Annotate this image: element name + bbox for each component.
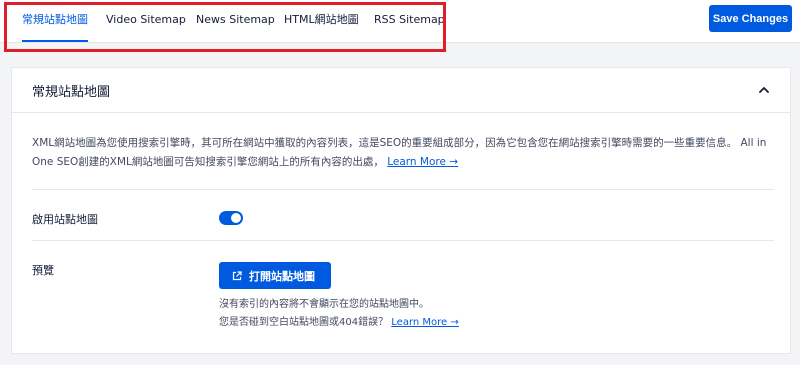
blank-sitemap-question: 您是否碰到空白站點地圖或404錯誤？ [219, 317, 389, 328]
divider [32, 240, 774, 241]
enable-sitemap-label: 啟用站點地圖 [32, 213, 98, 226]
preview-label: 預覽 [32, 264, 54, 277]
tab-rss-sitemap[interactable]: RSS Sitemap [374, 0, 445, 40]
blank-sitemap-note: 您是否碰到空白站點地圖或404錯誤？ Learn More → [219, 313, 459, 328]
sitemap-description: XML網站地圖為您使用搜索引擎時，其可所在網站中獲取的內容列表，這是SEO的重要… [32, 134, 777, 172]
tab-html-sitemap[interactable]: HTML網站地圖 [284, 0, 359, 40]
card-title: 常規站點地圖 [32, 85, 111, 100]
external-link-icon [232, 271, 242, 281]
general-sitemap-card: 常規站點地圖 XML網站地圖為您使用搜索引擎時，其可所在網站中獲取的內容列表，這… [11, 67, 791, 354]
enable-sitemap-toggle[interactable] [219, 211, 243, 225]
learn-more-link-2[interactable]: Learn More → [391, 317, 458, 328]
toggle-knob [231, 213, 241, 223]
chevron-up-icon[interactable] [756, 82, 772, 98]
learn-more-link[interactable]: Learn More → [387, 156, 458, 168]
tab-general-sitemap[interactable]: 常規站點地圖 [22, 0, 88, 42]
tab-video-sitemap[interactable]: Video Sitemap [106, 0, 186, 40]
description-line-2: One SEO創建的XML網站地圖可告知搜索引擎您網站上的所有內容的出處， [32, 156, 384, 168]
save-changes-button[interactable]: Save Changes [709, 5, 792, 32]
open-sitemap-label: 打開站點地圖 [249, 270, 315, 283]
open-sitemap-button[interactable]: 打開站點地圖 [219, 262, 331, 289]
divider [32, 189, 774, 190]
card-header[interactable]: 常規站點地圖 [12, 68, 790, 113]
no-index-note: 沒有索引的內容將不會顯示在您的站點地圖中。 [219, 299, 429, 310]
top-nav-bar: 常規站點地圖 Video Sitemap News Sitemap HTML網站… [0, 0, 800, 43]
description-line-1: XML網站地圖為您使用搜索引擎時，其可所在網站中獲取的內容列表，這是SEO的重要… [32, 137, 767, 149]
tab-news-sitemap[interactable]: News Sitemap [196, 0, 275, 40]
